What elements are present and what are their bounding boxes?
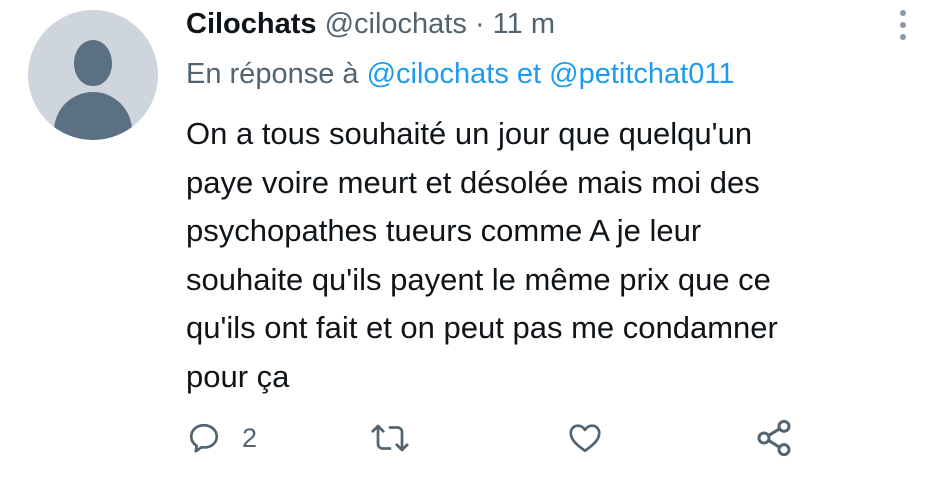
tweet[interactable]: Cilochats @cilochats · 11 m En réponse à… bbox=[0, 0, 943, 497]
avatar-head-shape bbox=[74, 40, 112, 86]
tweet-timestamp[interactable]: 11 m bbox=[493, 8, 555, 40]
more-options-icon[interactable] bbox=[888, 8, 918, 42]
mention-link[interactable]: @cilochats bbox=[367, 58, 509, 90]
reply-connector: et bbox=[516, 58, 542, 90]
author-handle[interactable]: @cilochats bbox=[325, 8, 467, 40]
more-dot bbox=[900, 34, 906, 40]
heart-icon bbox=[569, 424, 601, 453]
reply-context: En réponse à @cilochats et @petitchat011 bbox=[186, 56, 734, 92]
reply-prefix: En réponse à bbox=[186, 58, 359, 90]
mention-link[interactable]: @petitchat011 bbox=[549, 58, 734, 90]
more-dot bbox=[900, 10, 906, 16]
avatar-shoulders-shape bbox=[54, 92, 132, 140]
reply-icon bbox=[189, 423, 219, 453]
retweet-button[interactable] bbox=[370, 418, 410, 458]
separator-dot: · bbox=[474, 8, 485, 40]
more-dot bbox=[900, 22, 906, 28]
tweet-text: On a tous souhaité un jour que quelqu'un… bbox=[186, 116, 778, 394]
avatar[interactable] bbox=[28, 10, 158, 140]
retweet-icon bbox=[371, 424, 409, 452]
tweet-header: Cilochats @cilochats · 11 m bbox=[186, 6, 555, 42]
share-button[interactable] bbox=[754, 418, 794, 458]
author-name[interactable]: Cilochats bbox=[186, 8, 317, 40]
reply-button[interactable]: 2 bbox=[186, 418, 257, 458]
share-icon bbox=[757, 419, 791, 457]
like-button[interactable] bbox=[566, 418, 604, 458]
reply-count: 2 bbox=[242, 423, 258, 453]
